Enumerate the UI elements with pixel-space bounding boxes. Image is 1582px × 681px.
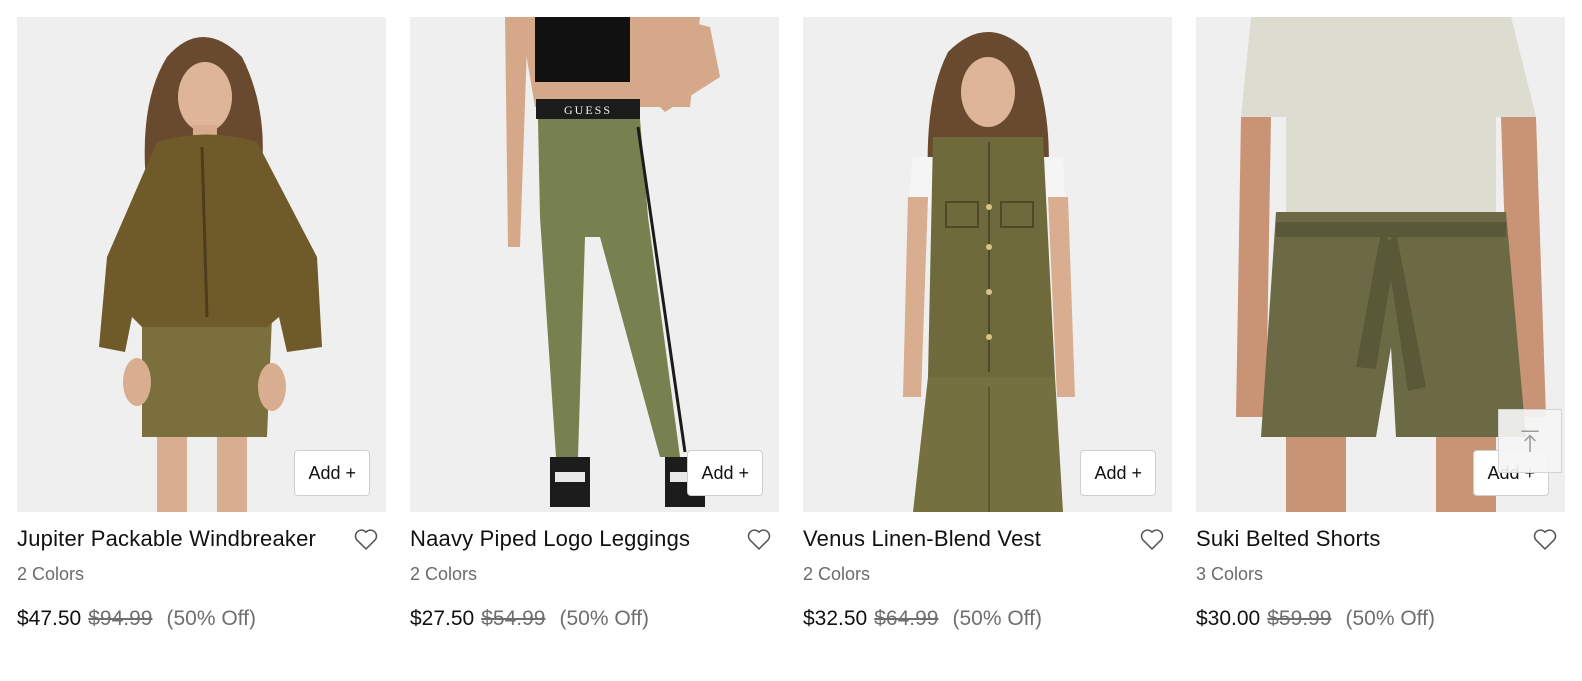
original-price: $94.99 <box>88 607 153 630</box>
product-photo-windbreaker <box>17 17 386 512</box>
back-to-top-button[interactable] <box>1498 409 1562 473</box>
sale-price: $27.50 <box>410 607 475 630</box>
product-title-row: Jupiter Packable Windbreaker <box>17 524 386 554</box>
discount-label: (50% Off) <box>1345 607 1435 630</box>
product-card[interactable]: Add + Jupiter Packable Windbreaker 2 Col… <box>17 17 386 631</box>
product-title-row: Venus Linen-Blend Vest <box>803 524 1172 554</box>
add-to-cart-button[interactable]: Add + <box>294 450 370 496</box>
discount-label: (50% Off) <box>166 607 256 630</box>
heart-outline-icon[interactable] <box>1138 525 1166 553</box>
heart-outline-icon[interactable] <box>352 525 380 553</box>
product-card[interactable]: Add + Venus Linen-Blend Vest 2 Colors $3… <box>803 17 1172 631</box>
color-count: 3 Colors <box>1196 564 1264 584</box>
original-price: $54.99 <box>481 607 546 630</box>
product-photo-vest <box>803 17 1172 512</box>
price-row: $30.00 $59.99 (50% Off) <box>1196 607 1565 631</box>
guess-logo: GUESS <box>564 103 612 117</box>
sale-price: $32.50 <box>803 607 868 630</box>
product-photo-leggings: GUESS <box>410 17 779 512</box>
product-image[interactable]: Add + <box>803 17 1172 512</box>
arrow-up-to-line-icon <box>1521 430 1539 452</box>
product-grid: Add + Jupiter Packable Windbreaker 2 Col… <box>17 17 1565 631</box>
heart-outline-icon[interactable] <box>1531 525 1559 553</box>
product-name[interactable]: Suki Belted Shorts <box>1196 526 1381 552</box>
discount-label: (50% Off) <box>559 607 649 630</box>
discount-label: (50% Off) <box>952 607 1042 630</box>
sale-price: $47.50 <box>17 607 82 630</box>
product-name[interactable]: Naavy Piped Logo Leggings <box>410 526 690 552</box>
heart-outline-icon[interactable] <box>745 525 773 553</box>
sale-price: $30.00 <box>1196 607 1261 630</box>
product-card[interactable]: Add + Suki Belted Shorts 3 Colors $30.00… <box>1196 17 1565 631</box>
product-title-row: Suki Belted Shorts <box>1196 524 1565 554</box>
price-row: $32.50 $64.99 (50% Off) <box>803 607 1172 631</box>
color-count: 2 Colors <box>803 564 871 584</box>
color-count: 2 Colors <box>17 564 85 584</box>
product-name[interactable]: Venus Linen-Blend Vest <box>803 526 1041 552</box>
product-name[interactable]: Jupiter Packable Windbreaker <box>17 526 316 552</box>
add-to-cart-button[interactable]: Add + <box>687 450 763 496</box>
product-title-row: Naavy Piped Logo Leggings <box>410 524 779 554</box>
color-count: 2 Colors <box>410 564 478 584</box>
product-image[interactable]: Add + <box>17 17 386 512</box>
product-card[interactable]: GUESS Add + Naavy Piped Logo Leggings 2 … <box>410 17 779 631</box>
price-row: $47.50 $94.99 (50% Off) <box>17 607 386 631</box>
price-row: $27.50 $54.99 (50% Off) <box>410 607 779 631</box>
product-image[interactable]: GUESS Add + <box>410 17 779 512</box>
original-price: $64.99 <box>874 607 939 630</box>
add-to-cart-button[interactable]: Add + <box>1080 450 1156 496</box>
original-price: $59.99 <box>1267 607 1332 630</box>
